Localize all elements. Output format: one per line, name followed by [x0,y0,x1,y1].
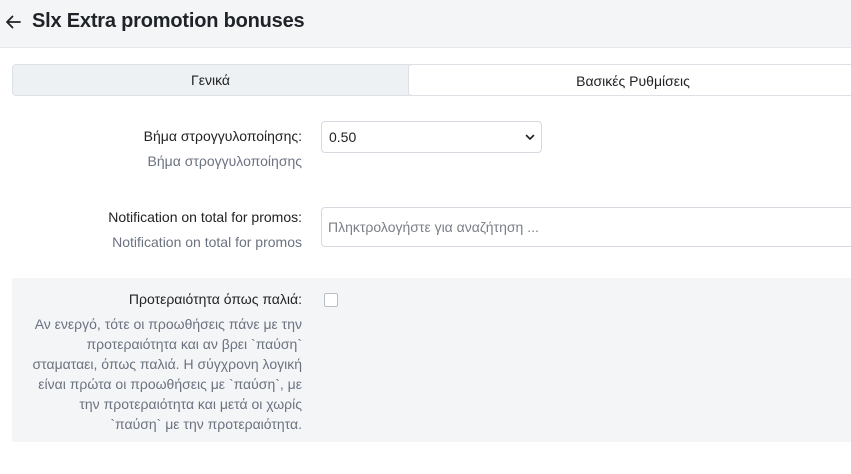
arrow-left-icon[interactable] [4,12,22,32]
page-title: Slx Extra promotion bonuses [32,10,305,32]
page-header: Slx Extra promotion bonuses [0,0,851,48]
notification-search-input[interactable] [321,207,851,247]
tab-basic-settings[interactable]: Βασικές Ρυθμίσεις [408,64,851,96]
rounding-select[interactable]: 0.50 [321,121,542,153]
rounding-select-value: 0.50 [329,129,357,145]
chevron-down-icon [525,134,535,140]
tab-bar: Γενικά Βασικές Ρυθμίσεις [12,64,851,96]
priority-help-line: προτεραιότητα και αν βρει `παύση` [86,336,303,352]
priority-checkbox[interactable] [324,293,338,307]
priority-help-line: είναι πρώτα οι προωθήσεις με `παύση`, με [38,376,302,392]
priority-help: Αν ενεργό, τότε οι προωθήσεις πάνε με τη… [20,314,302,434]
rounding-help: Βήμα στρογγυλοποίησης [147,153,302,169]
notification-help: Notification on total for promos [112,234,302,250]
priority-help-line: `παύση` με την προτεραιότητα. [110,416,302,432]
notification-label: Notification on total for promos: [108,209,302,225]
rounding-label: Βήμα στρογγυλοποίησης: [143,128,302,144]
priority-help-line: σταματαει, όπως παλιά. Η σύγχρονη λογική [32,356,302,372]
priority-help-line: την προτεραιότητα και μετά οι χωρίς [79,396,302,412]
priority-help-line: Αν ενεργό, τότε οι προωθήσεις πάνε με τη… [34,316,302,332]
priority-label: Προτεραιότητα όπως παλιά: [128,291,302,307]
tab-general[interactable]: Γενικά [13,65,408,95]
